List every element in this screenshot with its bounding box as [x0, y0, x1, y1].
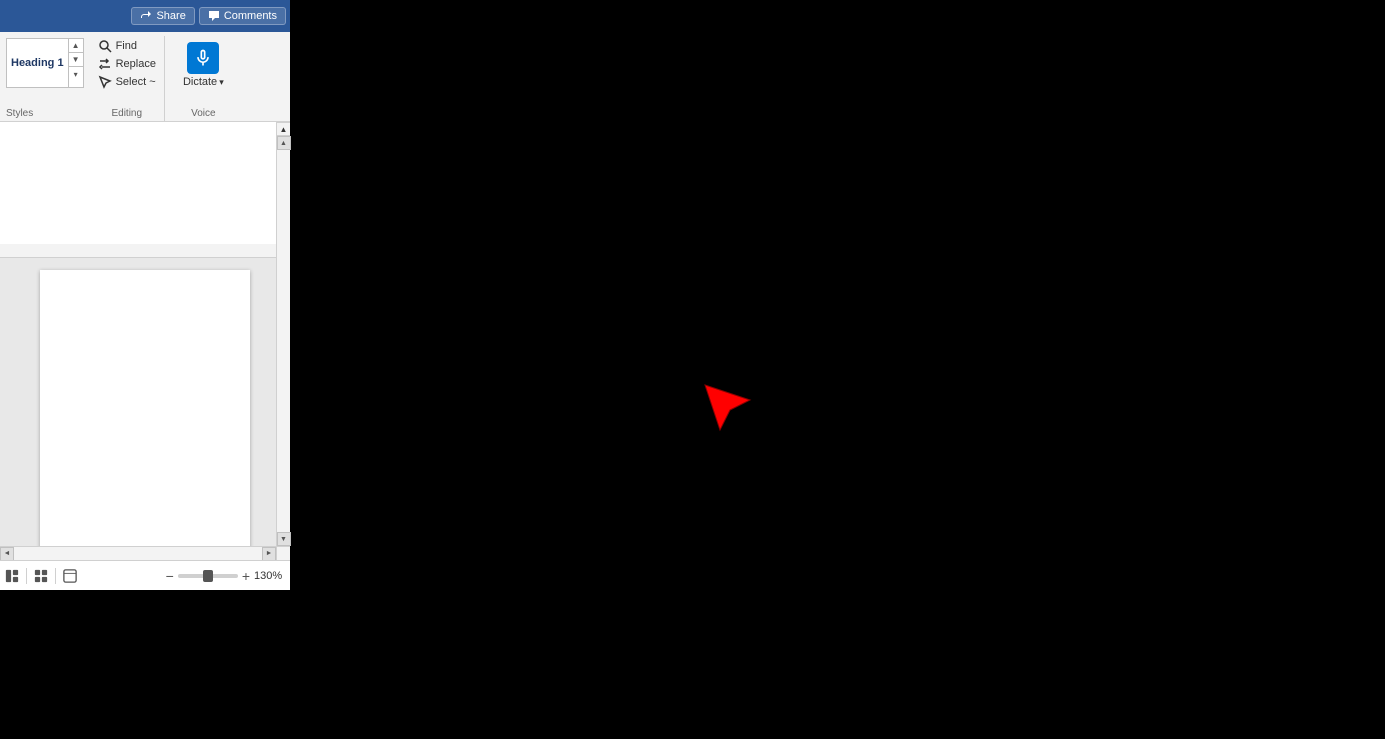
- select-button[interactable]: Select ~: [96, 74, 158, 90]
- ribbon-top-bar: Share Comments: [0, 0, 290, 32]
- scrollbar-right: ▲ ▼: [276, 136, 290, 546]
- styles-section-label: Styles: [6, 106, 84, 119]
- document-area: [0, 258, 290, 590]
- editing-label: Editing: [111, 106, 142, 119]
- comments-label: Comments: [224, 10, 277, 22]
- ribbon-collapse-button[interactable]: ▲: [276, 122, 290, 136]
- grid-view-icon[interactable]: [33, 568, 49, 584]
- scroll-track-right[interactable]: [277, 150, 290, 532]
- replace-label: Replace: [116, 58, 156, 70]
- ribbon-section: Heading 1 ▲ ▼ ▾ Styles: [0, 32, 290, 122]
- scroll-left-button[interactable]: ◄: [0, 547, 14, 561]
- scrollbar-bottom: ◄ ►: [0, 546, 276, 560]
- zoom-plus-button[interactable]: +: [242, 568, 250, 584]
- black-background: [295, 0, 1385, 739]
- status-divider-2: [55, 568, 56, 584]
- zoom-percentage: 130%: [254, 570, 286, 582]
- style-scroll-down[interactable]: ▼: [69, 53, 83, 67]
- resize-corner[interactable]: [276, 546, 290, 560]
- dictate-text: Dictate: [183, 76, 217, 88]
- document-page: [40, 270, 250, 560]
- heading-style-label: Heading 1: [11, 57, 64, 69]
- styles-group: Heading 1 ▲ ▼ ▾ Styles: [2, 36, 88, 121]
- status-bar: − + 130%: [0, 560, 290, 590]
- dictate-label-text: Dictate ▾: [183, 76, 224, 88]
- ruler: [0, 244, 290, 258]
- scroll-down-button[interactable]: ▼: [277, 532, 291, 546]
- find-icon: [98, 39, 112, 53]
- scroll-track-bottom[interactable]: [14, 547, 262, 560]
- zoom-slider[interactable]: [178, 574, 238, 578]
- web-layout-icon[interactable]: [62, 568, 78, 584]
- comments-button[interactable]: Comments: [199, 7, 286, 25]
- style-box-controls: ▲ ▼ ▾: [69, 38, 84, 88]
- find-button[interactable]: Find: [96, 38, 158, 54]
- dictate-chevron: ▾: [219, 77, 224, 88]
- scroll-right-button[interactable]: ►: [262, 547, 276, 561]
- zoom-minus-button[interactable]: −: [166, 568, 174, 584]
- layout-icon[interactable]: [4, 568, 20, 584]
- dictate-icon: [187, 42, 219, 74]
- share-label: Share: [156, 10, 185, 22]
- word-panel: Share Comments Heading 1 ▲ ▼ ▾ Styles: [0, 0, 290, 590]
- replace-button[interactable]: Replace: [96, 56, 158, 72]
- find-label: Find: [116, 40, 137, 52]
- zoom-thumb[interactable]: [203, 570, 213, 582]
- status-divider-1: [26, 568, 27, 584]
- style-expand[interactable]: ▾: [69, 67, 83, 81]
- share-button[interactable]: Share: [131, 7, 194, 25]
- zoom-controls: − + 130%: [166, 568, 286, 584]
- voice-group: Dictate ▾ Voice: [167, 36, 240, 121]
- voice-label: Voice: [191, 106, 215, 119]
- dictate-button[interactable]: Dictate ▾: [173, 38, 234, 92]
- select-icon: [98, 75, 112, 89]
- replace-icon: [98, 57, 112, 71]
- scroll-up-button[interactable]: ▲: [277, 136, 291, 150]
- style-scroll-up[interactable]: ▲: [69, 39, 83, 53]
- editing-group: Find Replace Selec: [90, 36, 165, 121]
- heading-style-box[interactable]: Heading 1: [6, 38, 69, 88]
- select-label: Select ~: [116, 76, 156, 88]
